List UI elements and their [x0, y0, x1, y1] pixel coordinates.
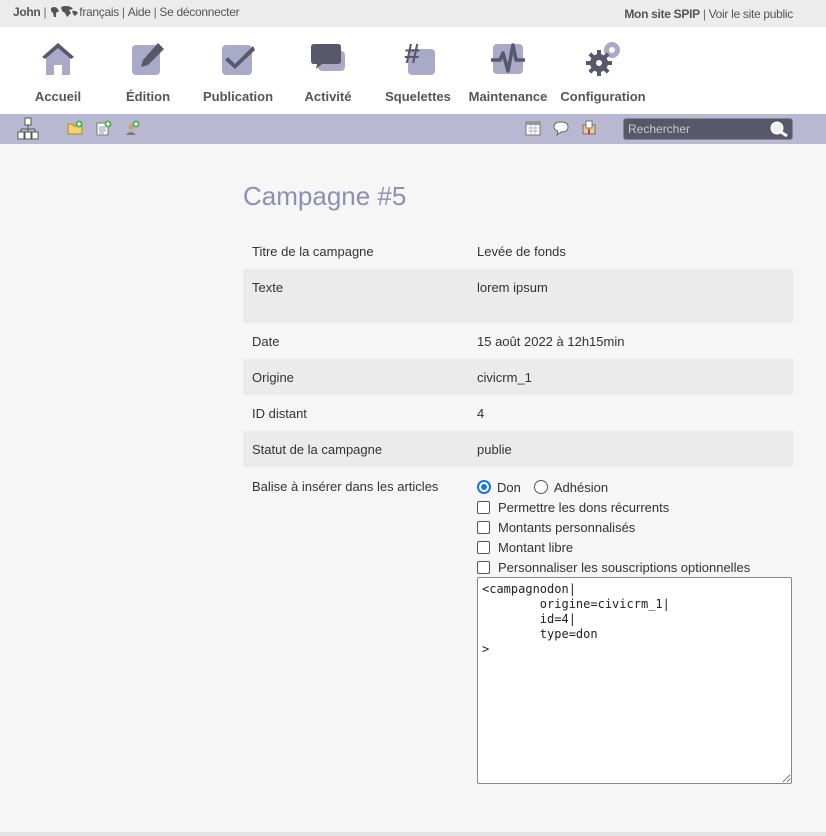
row-texte: Texte lorem ipsum [243, 269, 793, 323]
page-title: Campagne #5 [243, 181, 407, 211]
checkbox-montants-personnalises[interactable] [477, 520, 490, 534]
nav-configuration[interactable]: Configuration [553, 27, 653, 104]
nav-publication[interactable]: Publication [193, 27, 283, 104]
mailbox-icon[interactable] [581, 120, 597, 136]
field-value: Levée de fonds [477, 244, 566, 259]
top-bar-left: John | français | Aide | Se déconnecter [13, 5, 240, 22]
field-value: lorem ipsum [477, 280, 548, 295]
new-folder-icon[interactable] [67, 120, 83, 136]
field-label: Statut de la campagne [252, 442, 383, 457]
row-statut: Statut de la campagne publie [243, 431, 793, 467]
language-link[interactable]: français [79, 5, 119, 19]
balise-code-textarea[interactable]: <campagnodon| origine=civicrm_1| id=4| t… [477, 577, 792, 784]
field-value: civicrm_1 [477, 370, 532, 385]
svg-text:#: # [404, 41, 420, 69]
new-article-icon[interactable] [96, 120, 112, 136]
field-value: 4 [477, 406, 485, 421]
search-input[interactable] [625, 120, 765, 138]
site-name-link[interactable]: Mon site SPIP [624, 7, 700, 21]
checkbox-dons-recurrents[interactable] [477, 500, 490, 514]
campaign-details: Titre de la campagne Levée de fonds Text… [243, 233, 793, 577]
checkbox-label: Montant libre [498, 539, 574, 555]
top-bar-right: Mon site SPIP | Voir le site public [624, 6, 794, 21]
top-bar: John | français | Aide | Se déconnecter Mon si… [0, 0, 826, 27]
pulse-icon [491, 43, 525, 74]
balise-options: Don Adhésion Permettre les dons récurren… [472, 477, 793, 577]
row-id-distant: ID distant 4 [243, 395, 793, 431]
gears-icon [586, 42, 620, 76]
pencil-icon [132, 43, 164, 75]
checkbox-row: Permettre les dons récurrents [472, 497, 793, 517]
search-box [623, 118, 793, 140]
checkbox-label: Montants personnalisés [498, 519, 636, 535]
calendar-icon[interactable] [525, 120, 541, 136]
field-value: publie [477, 442, 512, 457]
checkbox-label: Permettre les dons récurrents [498, 499, 670, 515]
checkbox-row: Montant libre [472, 537, 793, 557]
field-value: 15 août 2022 à 12h15min [477, 334, 625, 349]
home-icon [42, 43, 74, 75]
field-label: Balise à insérer dans les articles [252, 479, 439, 494]
site-map-icon[interactable] [17, 117, 39, 141]
field-label: Texte [252, 280, 284, 295]
radio-don[interactable] [477, 480, 491, 494]
chat-bubbles-icon [311, 44, 345, 71]
radio-adhesion[interactable] [533, 480, 548, 494]
nav-squelettes[interactable]: # Squelettes [373, 27, 463, 104]
checkbox-souscriptions-optionnelles[interactable] [477, 560, 490, 574]
nav-accueil[interactable]: Accueil [13, 27, 103, 104]
field-label: ID distant [252, 406, 307, 421]
nav-activite[interactable]: Activité [283, 27, 373, 104]
nav-maintenance[interactable]: Maintenance [463, 27, 553, 104]
radio-don-label: Don [497, 479, 521, 495]
row-origine: Origine civicrm_1 [243, 359, 793, 395]
nav-edition[interactable]: Édition [103, 27, 193, 104]
checkbox-label: Personnaliser les souscriptions optionne… [498, 559, 751, 575]
radio-adhesion-label: Adhésion [553, 479, 609, 495]
row-balise: Balise à insérer dans les articles Don A… [243, 467, 793, 577]
row-date: Date 15 août 2022 à 12h15min [243, 323, 793, 359]
checkbox-row: Personnaliser les souscriptions optionne… [472, 557, 793, 577]
row-titre: Titre de la campagne Levée de fonds [243, 233, 793, 269]
field-label: Origine [252, 370, 294, 385]
type-radio-group: Don Adhésion [472, 477, 793, 497]
user-link[interactable]: John [13, 5, 41, 19]
checkbox-montant-libre[interactable] [477, 540, 490, 554]
checkmark-icon [222, 45, 255, 75]
new-author-icon[interactable] [124, 120, 140, 136]
hash-icon: # [404, 41, 435, 75]
messages-icon[interactable] [553, 120, 569, 136]
checkbox-row: Montants personnalisés [472, 517, 793, 537]
search-icon[interactable] [769, 120, 789, 138]
field-label: Date [252, 334, 280, 349]
logout-link[interactable]: Se déconnecter [159, 5, 239, 19]
view-site-link[interactable]: Voir le site public [709, 7, 794, 21]
field-label: Titre de la campagne [252, 244, 374, 259]
globe-icon [49, 5, 79, 22]
help-link[interactable]: Aide [128, 5, 151, 19]
toolbar [0, 114, 826, 144]
main-nav: Accueil Édition Publication Activité # S… [0, 27, 826, 114]
footer-divider [0, 832, 826, 836]
